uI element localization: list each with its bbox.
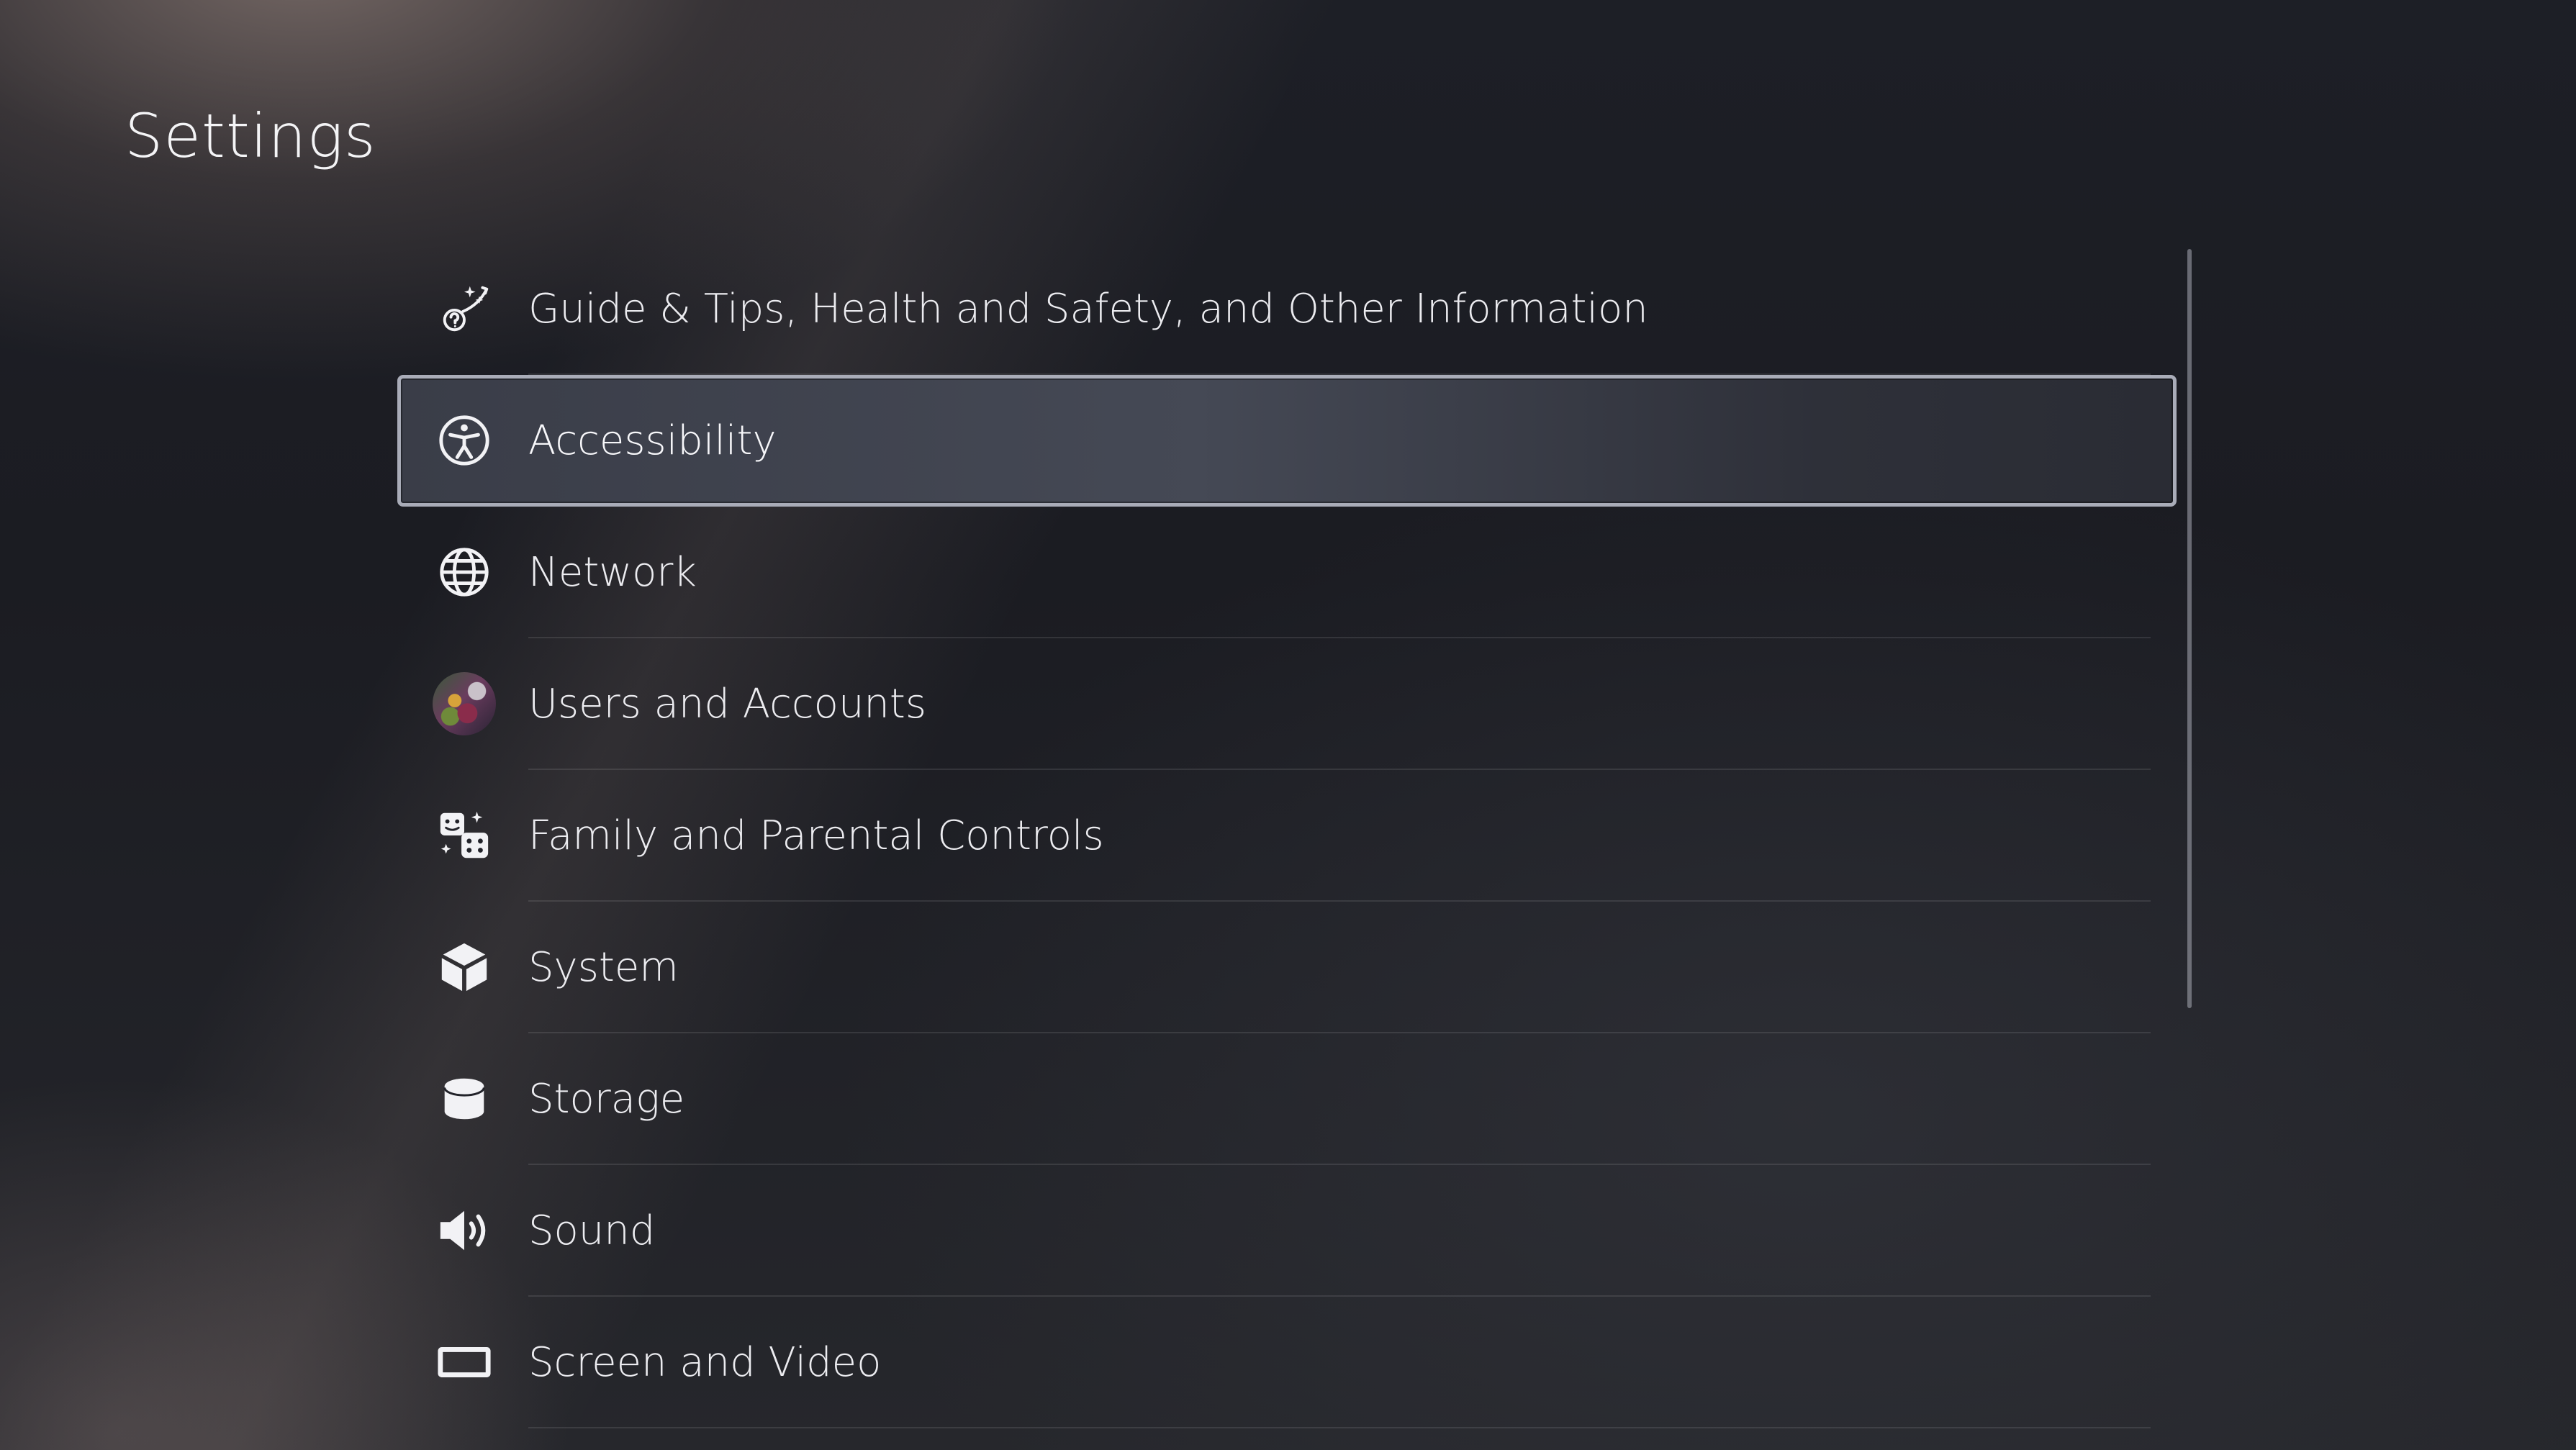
settings-item-label: Sound [528, 1207, 656, 1254]
settings-item-users-accounts[interactable]: Users and Accounts [397, 638, 2179, 770]
scrollbar[interactable] [2187, 249, 2192, 1008]
settings-item-label: Guide & Tips, Health and Safety, and Oth… [528, 286, 1648, 332]
page-title: Settings [125, 101, 376, 171]
settings-item-screen-video[interactable]: Screen and Video [397, 1297, 2179, 1428]
cylinder-icon [433, 1067, 496, 1130]
settings-item-label: Family and Parental Controls [528, 812, 1104, 859]
avatar [433, 672, 496, 735]
settings-item-family-controls[interactable]: Family and Parental Controls [397, 770, 2179, 902]
guide-tips-icon [433, 277, 496, 340]
accessibility-icon [433, 409, 496, 472]
family-controls-icon [433, 804, 496, 867]
settings-item-label: Storage [528, 1076, 685, 1123]
settings-item-guide-tips[interactable]: Guide & Tips, Health and Safety, and Oth… [397, 243, 2179, 375]
speaker-icon [433, 1199, 496, 1262]
settings-item-label: System [528, 944, 679, 991]
settings-item-label: Users and Accounts [528, 681, 927, 728]
settings-item-label: Accessibility [528, 417, 777, 464]
settings-item-accessibility[interactable]: Accessibility [397, 375, 2177, 507]
settings-list: Guide & Tips, Health and Safety, and Oth… [397, 243, 2179, 1428]
settings-item-storage[interactable]: Storage [397, 1033, 2179, 1165]
cube-icon [433, 935, 496, 999]
settings-item-system[interactable]: System [397, 902, 2179, 1033]
divider [528, 1427, 2151, 1428]
screen-icon [433, 1331, 496, 1394]
settings-item-label: Screen and Video [528, 1339, 882, 1386]
settings-item-sound[interactable]: Sound [397, 1165, 2179, 1297]
settings-item-network[interactable]: Network [397, 507, 2179, 638]
settings-item-label: Network [528, 549, 697, 596]
user-avatar [433, 672, 496, 735]
globe-icon [433, 540, 496, 604]
